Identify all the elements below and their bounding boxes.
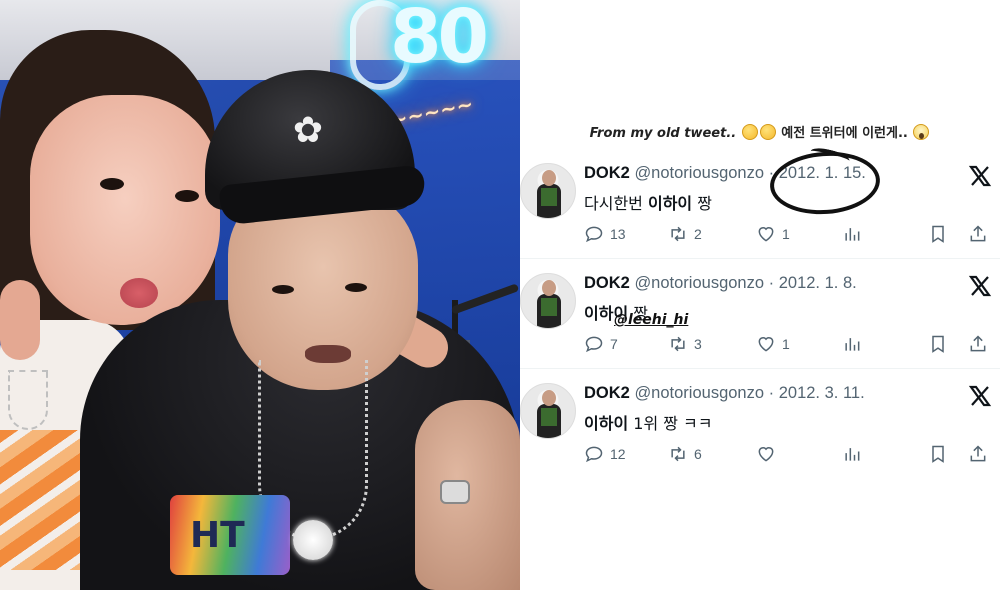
tweet-actions: 12 6 <box>584 442 994 466</box>
tweet-date[interactable]: 2012. 3. 11. <box>779 384 865 402</box>
views-button[interactable] <box>842 222 868 246</box>
retweet-count: 6 <box>694 446 702 462</box>
tweet-capture-panel: From my old tweet.. 예전 트위터에 이런게.. DOK2 @… <box>520 0 1000 590</box>
tweet-text-suffix: 짱 <box>697 194 712 213</box>
tears-of-joy-emoji-icon <box>759 124 776 140</box>
mention-tag[interactable]: @leehi_hi <box>614 312 688 328</box>
tweet-card[interactable]: DOK2 @notoriousgonzo · 2012. 1. 15. 다시한번… <box>520 160 1000 270</box>
woman-right-eye <box>175 190 199 202</box>
reply-button[interactable]: 12 <box>584 442 626 466</box>
views-icon <box>845 228 860 241</box>
tweet-text-suffix: 1위 짱 ㅋㅋ <box>633 414 713 433</box>
views-button[interactable] <box>842 442 868 466</box>
reply-count: 7 <box>610 336 618 352</box>
avatar[interactable] <box>520 163 576 219</box>
tweet-actions: 7 3 1 <box>584 332 994 356</box>
tweet-card[interactable]: DOK2 @notoriousgonzo · 2012. 1. 8. 이하이 짱… <box>520 270 1000 380</box>
reply-icon <box>585 336 603 353</box>
retweet-icon <box>671 336 685 352</box>
heart-icon <box>758 337 774 352</box>
retweet-count: 3 <box>694 336 702 352</box>
reply-button[interactable]: 7 <box>584 332 618 356</box>
handle[interactable]: @notoriousgonzo <box>634 384 764 402</box>
avatar[interactable] <box>520 273 576 329</box>
sweat-smile-emoji-icon <box>741 124 758 140</box>
hoodie-print-text: HT <box>190 515 245 556</box>
share-icon <box>970 225 986 242</box>
hibiscus-icon: ✿ <box>292 109 324 150</box>
selfie-photo: 80 ~~~~~ ✿ HT <box>0 0 520 590</box>
tweet-text-highlight: 이하이 <box>584 414 629 433</box>
man-right-eye <box>345 283 367 292</box>
tweet-card[interactable]: DOK2 @notoriousgonzo · 2012. 3. 11. 이하이 … <box>520 380 1000 490</box>
like-button[interactable]: 1 <box>756 222 790 246</box>
tweet-text-prefix: 다시한번 <box>584 194 643 213</box>
reply-button[interactable]: 13 <box>584 222 626 246</box>
divider <box>520 368 1000 369</box>
x-logo-icon[interactable] <box>968 164 992 188</box>
share-button[interactable] <box>968 222 994 246</box>
retweet-button[interactable]: 3 <box>668 332 702 356</box>
bookmark-button[interactable] <box>928 222 954 246</box>
caption-korean: 예전 트위터에 이런게.. <box>781 126 908 141</box>
x-logo-icon[interactable] <box>968 384 992 408</box>
story-caption: From my old tweet.. 예전 트위터에 이런게.. <box>520 122 1000 141</box>
bookmark-icon <box>932 445 944 463</box>
views-button[interactable] <box>842 332 868 356</box>
woman-left-eye <box>100 178 124 190</box>
caption-english: From my old tweet.. <box>589 126 737 141</box>
tweet-actions: 13 2 1 <box>584 222 994 246</box>
reply-icon <box>585 446 603 463</box>
retweet-icon <box>671 226 685 242</box>
handle[interactable]: @notoriousgonzo <box>634 164 764 182</box>
display-name[interactable]: DOK2 <box>584 384 630 402</box>
like-count: 1 <box>782 336 790 352</box>
neon-number: 80 <box>390 0 489 80</box>
share-icon <box>970 445 986 462</box>
tweet-header: DOK2 @notoriousgonzo · 2012. 3. 11. <box>584 384 865 402</box>
tweet-text: 다시한번 이하이 짱 <box>584 190 712 214</box>
woman-lips <box>120 278 158 308</box>
retweet-count: 2 <box>694 226 702 242</box>
ring <box>440 480 470 504</box>
tweet-date[interactable]: 2012. 1. 8. <box>779 274 857 292</box>
heart-icon <box>758 447 774 462</box>
retweet-button[interactable]: 2 <box>668 222 702 246</box>
like-button[interactable]: 1 <box>756 332 790 356</box>
bookmark-icon <box>932 225 944 243</box>
reply-count: 12 <box>610 446 626 462</box>
woman-hand <box>0 280 40 360</box>
like-button[interactable] <box>756 442 782 466</box>
like-count: 1 <box>782 226 790 242</box>
share-button[interactable] <box>968 442 994 466</box>
share-icon <box>970 335 986 352</box>
tweet-text-highlight: 이하이 <box>647 194 693 213</box>
bookmark-icon <box>932 335 944 353</box>
divider <box>520 258 1000 259</box>
flower-pendant <box>293 520 333 560</box>
handle[interactable]: @notoriousgonzo <box>634 274 764 292</box>
scream-emoji-icon <box>913 124 930 140</box>
bookmark-button[interactable] <box>928 332 954 356</box>
reply-icon <box>585 226 603 243</box>
bookmark-button[interactable] <box>928 442 954 466</box>
views-icon <box>845 338 860 351</box>
x-logo-icon[interactable] <box>968 274 992 298</box>
tweet-text: 이하이 1위 짱 ㅋㅋ <box>584 410 713 434</box>
display-name[interactable]: DOK2 <box>584 274 630 292</box>
heart-icon <box>758 227 774 242</box>
share-button[interactable] <box>968 332 994 356</box>
reply-count: 13 <box>610 226 626 242</box>
retweet-button[interactable]: 6 <box>668 442 702 466</box>
views-icon <box>845 448 860 461</box>
tweet-header: DOK2 @notoriousgonzo · 2012. 1. 8. <box>584 274 857 292</box>
display-name[interactable]: DOK2 <box>584 164 630 182</box>
retweet-icon <box>671 446 685 462</box>
woman-necklace <box>8 370 48 430</box>
avatar[interactable] <box>520 383 576 439</box>
man-left-eye <box>272 285 294 294</box>
